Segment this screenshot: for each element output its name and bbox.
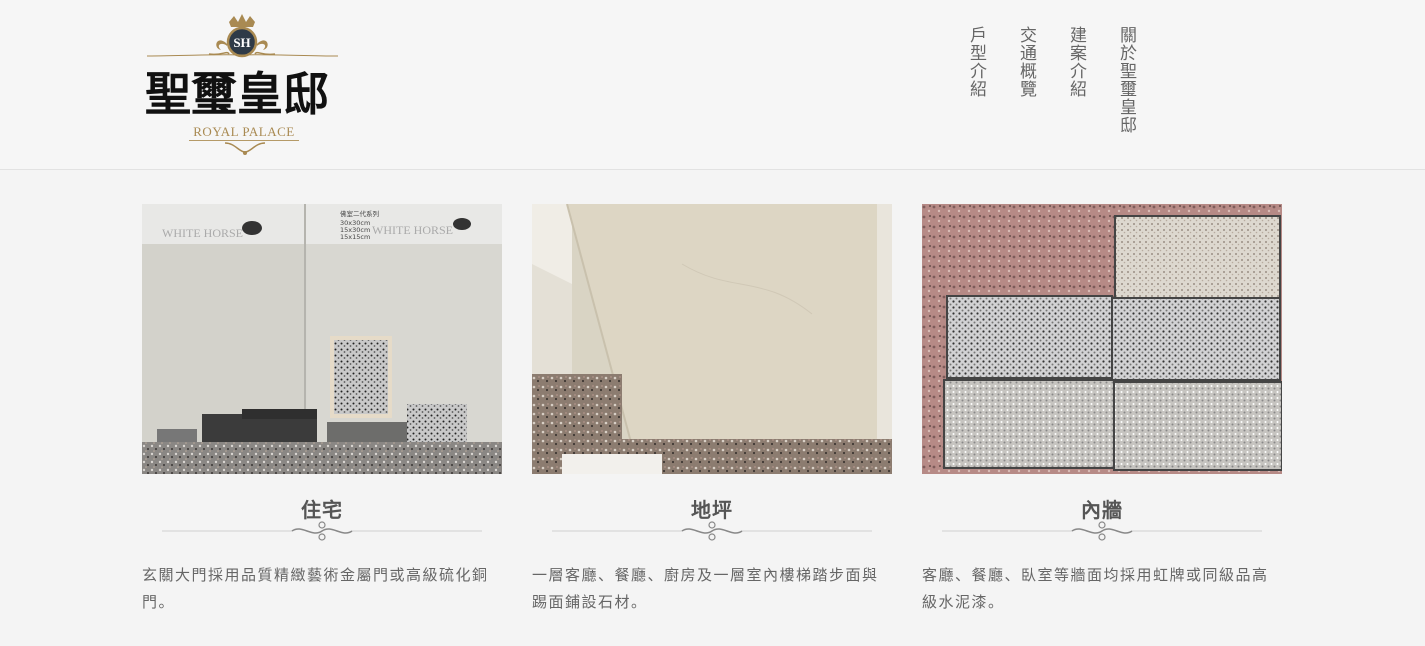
card-title: 內牆 — [1081, 498, 1123, 522]
nav-item-transportation[interactable]: 交通概覽 — [1016, 26, 1036, 156]
card-title: 住宅 — [301, 498, 343, 522]
card-description: 玄關大門採用品質精緻藝術金屬門或高級硫化銅門。 — [142, 566, 489, 611]
brand-logo[interactable]: SH 聖璽皇邸 ROYAL PALACE — [145, 14, 345, 160]
brand-name: 聖璽皇邸 — [145, 67, 329, 121]
brand-subtitle: ROYAL PALACE — [189, 124, 299, 141]
interior-wall-tile-photo — [922, 204, 1282, 474]
card-description: 客廳、餐廳、臥室等牆面均採用虹牌或同級品高級水泥漆。 — [922, 566, 1269, 611]
main-nav: 戶型介紹 交通概覽 建案介紹 關於聖璽皇邸 — [966, 26, 1136, 156]
nav-item-project-intro[interactable]: 建案介紹 — [1066, 26, 1086, 156]
photo-size-3: 15x15cm — [340, 233, 370, 241]
ornament-divider-icon — [942, 521, 1262, 541]
residence-tile-photo: WHITE HORSE WHITE HORSE 佛室二代系列 30x30cm 1… — [142, 204, 502, 474]
flooring-tile-photo — [532, 204, 892, 474]
ornament-divider-icon — [162, 521, 482, 541]
logo-flourish-icon — [224, 142, 266, 155]
site-header: SH 聖璽皇邸 ROYAL PALACE 戶型介紹 交通概覽 建案介紹 關於聖璽… — [0, 0, 1425, 170]
photo-series-label: 佛室二代系列 — [340, 209, 379, 218]
monogram-text: SH — [233, 35, 250, 50]
nav-item-floor-plans[interactable]: 戶型介紹 — [966, 26, 986, 156]
photo-label-2: WHITE HORSE — [372, 223, 453, 237]
nav-item-about[interactable]: 關於聖璽皇邸 — [1116, 26, 1136, 156]
ornament-divider-icon — [552, 521, 872, 541]
photo-label-1: WHITE HORSE — [162, 226, 243, 240]
card-title: 地坪 — [691, 498, 733, 522]
card-description: 一層客廳、餐廳、廚房及一層室內樓梯踏步面與踢面鋪設石材。 — [532, 566, 879, 611]
